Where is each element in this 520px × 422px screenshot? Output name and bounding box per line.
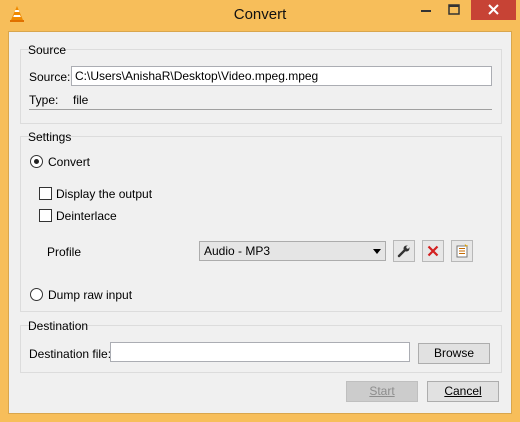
type-value: file: [73, 93, 89, 107]
profile-select[interactable]: Audio - MP3: [199, 241, 386, 261]
profile-select-value: Audio - MP3: [204, 244, 271, 258]
wrench-icon: [397, 245, 410, 258]
edit-profile-button[interactable]: [393, 240, 415, 262]
source-field[interactable]: C:\Users\AnishaR\Desktop\Video.mpeg.mpeg: [71, 66, 492, 86]
chevron-down-icon: [373, 249, 381, 254]
source-group-title: Source: [28, 43, 67, 57]
start-button[interactable]: Start: [346, 381, 418, 402]
dump-raw-label[interactable]: Dump raw input: [48, 288, 132, 302]
cancel-button[interactable]: Cancel: [427, 381, 499, 402]
new-profile-icon: [456, 244, 468, 258]
maximize-icon: [448, 4, 460, 15]
browse-button-label: Browse: [433, 346, 474, 360]
deinterlace-label[interactable]: Deinterlace: [56, 209, 117, 223]
settings-group: [20, 136, 502, 312]
minimize-button[interactable]: [412, 0, 440, 20]
display-output-checkbox[interactable]: [39, 187, 52, 200]
minimize-icon: [421, 10, 431, 12]
source-divider: [29, 109, 492, 110]
title-bar[interactable]: Convert: [0, 0, 520, 30]
display-output-label[interactable]: Display the output: [56, 187, 152, 201]
close-button[interactable]: [471, 0, 516, 20]
cancel-button-label: Cancel: [444, 384, 482, 398]
settings-group-title: Settings: [28, 130, 72, 144]
close-icon: [488, 4, 499, 15]
destination-file-label: Destination file:: [29, 347, 112, 361]
maximize-button[interactable]: [440, 0, 468, 20]
type-label: Type:: [29, 93, 59, 107]
start-button-label: Start: [369, 384, 395, 398]
destination-group-title: Destination: [28, 319, 89, 333]
delete-profile-button[interactable]: [422, 240, 444, 262]
deinterlace-checkbox[interactable]: [39, 209, 52, 222]
radio-selected-dot: [34, 159, 39, 164]
source-group: [20, 49, 502, 124]
browse-button[interactable]: Browse: [418, 343, 490, 364]
convert-radio[interactable]: [30, 155, 43, 168]
convert-radio-label[interactable]: Convert: [48, 155, 90, 169]
new-profile-button[interactable]: [451, 240, 473, 262]
dialog-client-area: Source Source: C:\Users\AnishaR\Desktop\…: [8, 31, 512, 414]
destination-file-field[interactable]: [110, 342, 410, 362]
dump-raw-radio[interactable]: [30, 288, 43, 301]
red-x-icon: [427, 245, 439, 257]
profile-label: Profile: [47, 245, 82, 259]
source-label: Source:: [29, 70, 71, 84]
